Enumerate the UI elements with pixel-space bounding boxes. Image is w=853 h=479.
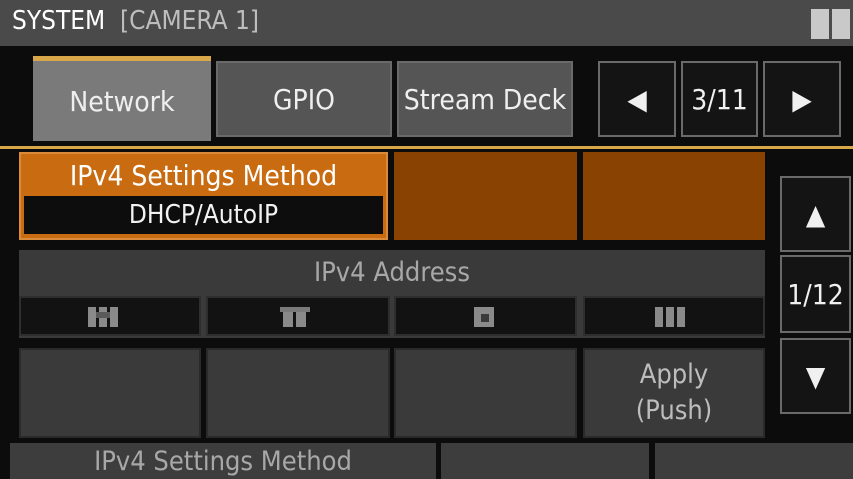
- tab-stream-deck-label: Stream Deck: [403, 82, 567, 116]
- battery-icon-2: [832, 9, 850, 39]
- tab-page-indicator: 3/11: [681, 61, 758, 137]
- footer-status: IPv4 Settings Method: [10, 443, 436, 479]
- apply-sub-label: (Push): [635, 395, 713, 426]
- empty-setting-cell: [394, 152, 577, 240]
- arrow-left-icon: ◀: [627, 82, 647, 116]
- tab-network-label: Network: [69, 84, 175, 118]
- camera-label: [CAMERA 1]: [120, 6, 260, 36]
- footer-status-label: IPv4 Settings Method: [94, 445, 352, 477]
- arrow-up-icon: ▲: [805, 197, 826, 231]
- scroll-page-text: 1/12: [787, 277, 844, 311]
- tab-network[interactable]: Network: [33, 61, 211, 141]
- scroll-page-indicator: 1/12: [780, 255, 851, 333]
- arrow-down-icon: ▼: [805, 359, 826, 393]
- ipv4-method-value: DHCP/AutoIP: [24, 196, 383, 234]
- battery-icon: [811, 9, 829, 39]
- scroll-down-button[interactable]: ▼: [780, 338, 851, 414]
- tab-stream-deck[interactable]: Stream Deck: [397, 61, 573, 137]
- scroll-up-button[interactable]: ▲: [780, 176, 851, 252]
- page-title: SYSTEM: [12, 6, 106, 36]
- footer-slot-2: [441, 443, 649, 479]
- arrow-right-icon: ▶: [792, 82, 812, 116]
- ipv4-octet-4[interactable]: [583, 296, 765, 336]
- apply-label: Apply: [639, 359, 709, 390]
- tab-divider: [0, 146, 853, 149]
- empty-setting-cell-2: [583, 152, 765, 240]
- empty-button-2: [206, 348, 390, 438]
- ipv4-address-label: IPv4 Address: [314, 256, 470, 288]
- apply-button[interactable]: Apply (Push): [583, 348, 765, 438]
- ipv4-octet-2[interactable]: [206, 296, 390, 336]
- ipv4-method-label: IPv4 Settings Method: [69, 158, 338, 192]
- ipv4-octet-1[interactable]: [19, 296, 201, 336]
- tab-page-text: 3/11: [691, 82, 748, 116]
- empty-button-1: [19, 348, 201, 438]
- tab-gpio[interactable]: GPIO: [216, 61, 392, 137]
- ipv4-method-setting[interactable]: IPv4 Settings Method DHCP/AutoIP: [19, 152, 388, 240]
- footer-slot-3: [655, 443, 853, 479]
- tab-gpio-label: GPIO: [273, 82, 335, 116]
- ipv4-octet-3[interactable]: [394, 296, 577, 336]
- empty-button-3: [394, 348, 577, 438]
- tab-prev-button[interactable]: ◀: [598, 61, 676, 137]
- tab-next-button[interactable]: ▶: [763, 61, 841, 137]
